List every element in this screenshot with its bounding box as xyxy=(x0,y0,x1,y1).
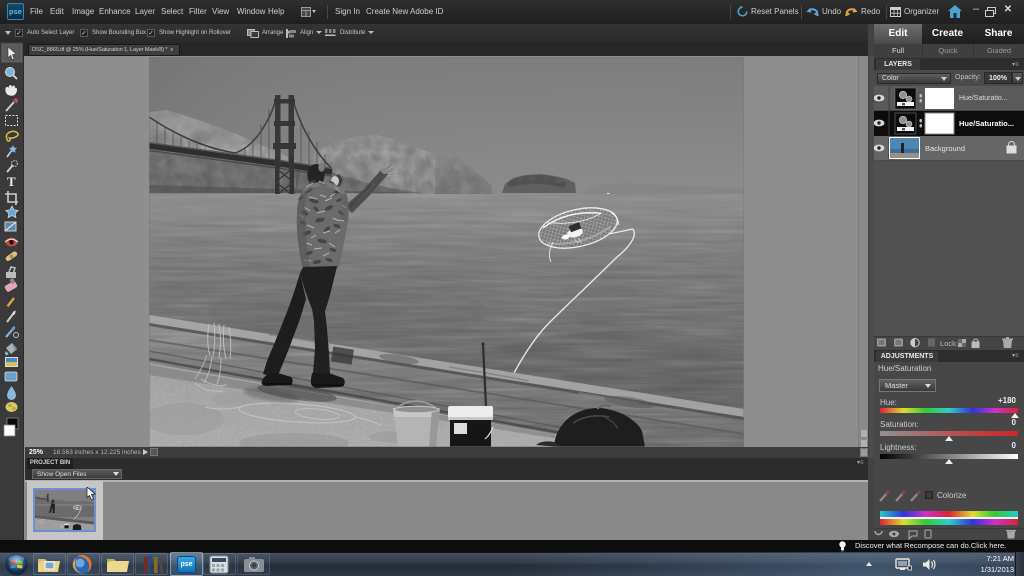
svg-text:Lock:: Lock: xyxy=(940,339,958,348)
svg-text:T: T xyxy=(7,174,16,189)
